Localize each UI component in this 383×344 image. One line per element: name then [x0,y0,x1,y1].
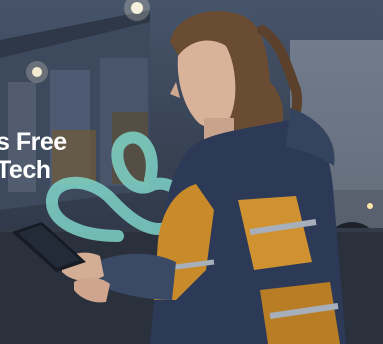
truck-light [367,203,373,209]
wall-light-glow [26,61,48,83]
woman-face [177,40,236,128]
headline-line-2: Tech [0,156,51,184]
headline-line-1: s Free [0,128,67,156]
headline-text: s Free Tech [0,128,67,184]
nose [170,82,180,98]
hero-photo: s Free Tech [0,0,383,344]
